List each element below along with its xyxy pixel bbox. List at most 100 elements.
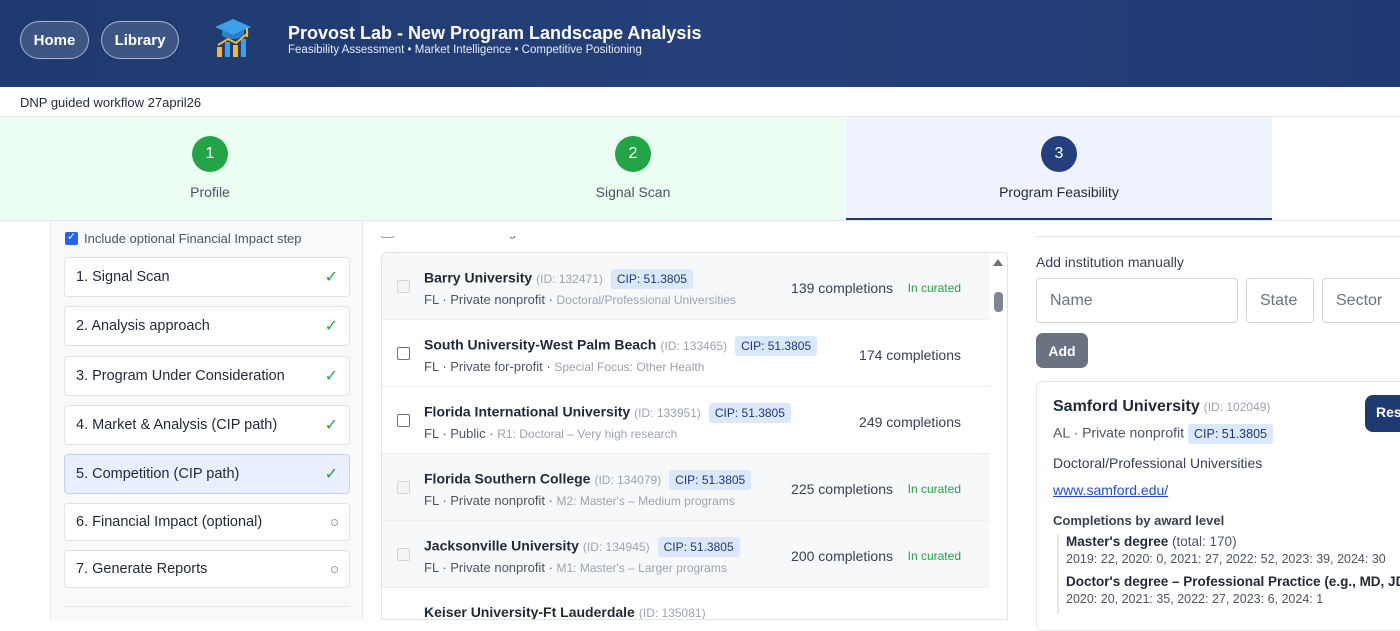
- step-number: 1: [192, 136, 228, 172]
- sidebar-item-analysis-approach[interactable]: 2. Analysis approach ✓: [64, 306, 350, 346]
- check-icon: ✓: [324, 368, 338, 385]
- list-item[interactable]: Jacksonville University (ID: 134945) CIP: …: [382, 521, 992, 588]
- classification: M1: Master's – Larger programs: [556, 561, 727, 575]
- step-label: Signal Scan: [595, 184, 671, 200]
- add-institution-label: Add institution manually: [1036, 254, 1184, 270]
- state: FL: [424, 359, 439, 374]
- top-header: Home Library Provost Lab - New Program L…: [0, 0, 1400, 87]
- app-subtitle: Feasibility Assessment • Market Intellig…: [288, 44, 642, 56]
- sidebar-item-program-under-consideration[interactable]: 3. Program Under Consideration ✓: [64, 356, 350, 396]
- sector: Private for-profit: [450, 359, 543, 374]
- step-label: Profile: [190, 184, 230, 200]
- award-years: 2020: 20, 2021: 35, 2022: 27, 2023: 6, 2…: [1066, 592, 1324, 606]
- institution-name: Florida Southern College: [424, 470, 591, 487]
- sidebar-item-generate-reports[interactable]: 7. Generate Reports: [64, 550, 350, 588]
- state: FL: [424, 493, 439, 508]
- institution-id: (ID: 135081): [638, 606, 706, 620]
- sidebar-item-financial-impact[interactable]: 6. Financial Impact (optional): [64, 503, 350, 541]
- cip-badge: CIP: 51.3805: [610, 269, 693, 289]
- completions: 139 completions: [791, 280, 893, 296]
- institution-name: Florida International University: [424, 403, 631, 420]
- institution-list: Barry University (ID: 132471) CIP: 51.3805…: [381, 252, 1008, 620]
- sidebar-item-market-analysis[interactable]: 4. Market & Analysis (CIP path) ✓: [64, 405, 350, 445]
- sector-input[interactable]: Sector: [1322, 278, 1400, 323]
- award-title: Master's degree: [1066, 534, 1169, 549]
- step-signal-scan[interactable]: 2 Signal Scan: [420, 117, 846, 221]
- sidebar-item-label: 2. Analysis approach: [76, 318, 210, 334]
- awards-heading: Completions by award level: [1053, 513, 1225, 528]
- step-number: 3: [1041, 136, 1077, 172]
- row-checkbox[interactable]: [397, 280, 410, 293]
- detail-id: (ID: 102049): [1203, 400, 1271, 414]
- workflow-name: DNP guided workflow 27april26: [20, 95, 202, 110]
- institution-id: (ID: 134945): [582, 539, 650, 554]
- step-label: Program Feasibility: [999, 184, 1119, 200]
- workflow-sidebar: Include optional Financial Impact step 1…: [50, 221, 363, 620]
- step-program-feasibility[interactable]: 3 Program Feasibility: [846, 117, 1272, 221]
- curated-status: In curated: [907, 549, 961, 563]
- institution-id: (ID: 134079): [594, 472, 662, 487]
- home-button[interactable]: Home: [20, 21, 89, 59]
- classification: M2: Master's – Medium programs: [556, 494, 735, 508]
- list-item[interactable]: Barry University (ID: 132471) CIP: 51.3805…: [382, 253, 992, 320]
- curated-status: In curated: [907, 482, 961, 496]
- state: FL: [424, 292, 439, 307]
- completions: 249 completions: [859, 414, 961, 430]
- app-title: Provost Lab - New Program Landscape Anal…: [288, 23, 702, 43]
- classification: Special Focus: Other Health: [554, 360, 705, 374]
- check-icon: ✓: [324, 318, 338, 335]
- list-scrollbar[interactable]: [990, 253, 1007, 619]
- award-total: (total: 170): [1172, 534, 1237, 549]
- step-profile[interactable]: 1 Profile: [0, 117, 420, 221]
- divider: [64, 606, 350, 607]
- sector: Private nonprofit: [450, 560, 545, 575]
- add-button[interactable]: Add: [1036, 333, 1088, 368]
- detail-website-link[interactable]: www.samford.edu/: [1053, 482, 1168, 498]
- awards-list: Master's degree (total: 170) 2019: 22, 2…: [1057, 534, 1400, 614]
- detail-sector: Private nonprofit: [1082, 424, 1185, 441]
- divider: [1036, 236, 1400, 237]
- institution-id: (ID: 132471): [536, 271, 603, 286]
- pending-circle-icon: [331, 518, 338, 526]
- financial-impact-label: Include optional Financial Impact step: [84, 231, 302, 246]
- classification: Doctoral/Professional Universities: [556, 293, 736, 307]
- detail-action-button[interactable]: Res: [1365, 395, 1400, 432]
- institution-name: Keiser University-Ft Lauderdale: [424, 604, 635, 620]
- award-years: 2019: 22, 2020: 0, 2021: 27, 2022: 52, 2…: [1066, 552, 1386, 566]
- detail-state: AL: [1053, 424, 1070, 441]
- sidebar-item-signal-scan[interactable]: 1. Signal Scan ✓: [64, 257, 350, 297]
- classification: R1: Doctoral – Very high research: [497, 427, 678, 441]
- list-item[interactable]: Florida International University (ID: 133…: [382, 387, 992, 454]
- sector: Private nonprofit: [450, 292, 545, 307]
- cip-badge: CIP: 51.3805: [657, 537, 740, 557]
- check-icon: ✓: [324, 466, 338, 483]
- completions: 174 completions: [859, 347, 961, 363]
- state-input[interactable]: State: [1246, 278, 1314, 323]
- sidebar-item-label: 5. Competition (CIP path): [76, 466, 240, 482]
- financial-impact-option[interactable]: Include optional Financial Impact step: [65, 230, 302, 246]
- financial-impact-checkbox[interactable]: [65, 230, 78, 245]
- sticky-header-cover: [381, 221, 1400, 236]
- list-item[interactable]: Keiser University-Ft Lauderdale (ID: 1350…: [382, 588, 992, 620]
- list-item[interactable]: Florida Southern College (ID: 134079) CIP:…: [382, 454, 992, 521]
- library-button[interactable]: Library: [101, 21, 179, 59]
- list-item[interactable]: South University-West Palm Beach (ID: 133…: [382, 320, 992, 387]
- detail-classification: Doctoral/Professional Universities: [1053, 455, 1263, 471]
- row-checkbox[interactable]: [397, 548, 410, 561]
- scroll-up-arrow-icon[interactable]: [993, 259, 1003, 266]
- institution-name: Jacksonville University: [424, 537, 579, 554]
- row-checkbox[interactable]: [397, 347, 410, 360]
- scrollbar-thumb[interactable]: [994, 292, 1003, 312]
- graduation-cap-chart-icon: [214, 17, 252, 59]
- name-input[interactable]: Name: [1036, 278, 1238, 323]
- detail-name: Samford University: [1053, 398, 1200, 415]
- check-icon: ✓: [324, 269, 338, 286]
- sidebar-item-label: 4. Market & Analysis (CIP path): [76, 417, 278, 433]
- row-checkbox[interactable]: [397, 481, 410, 494]
- row-checkbox[interactable]: [397, 414, 410, 427]
- cip-badge: CIP: 51.3805: [735, 336, 818, 356]
- award-title: Doctor's degree – Professional Practice …: [1066, 574, 1400, 589]
- sidebar-item-label: 6. Financial Impact (optional): [76, 514, 263, 530]
- sidebar-item-label: 3. Program Under Consideration: [76, 368, 285, 384]
- sidebar-item-competition[interactable]: 5. Competition (CIP path) ✓: [64, 454, 350, 494]
